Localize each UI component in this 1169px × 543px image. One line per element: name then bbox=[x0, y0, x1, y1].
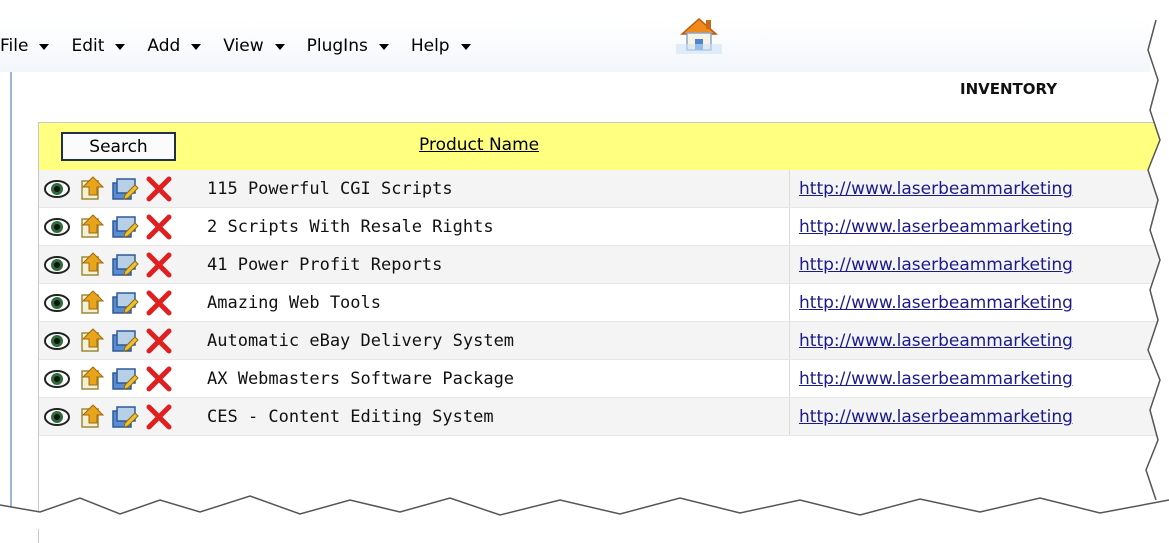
view-eye-icon[interactable] bbox=[43, 289, 71, 317]
delete-x-icon[interactable] bbox=[145, 175, 173, 203]
row-actions bbox=[43, 326, 179, 356]
menu-add[interactable]: Add bbox=[147, 36, 202, 56]
product-url-link[interactable]: http://www.laserbeammarketing bbox=[799, 407, 1169, 427]
delete-x-icon[interactable] bbox=[145, 365, 173, 393]
menu-plugins[interactable]: PlugIns bbox=[307, 36, 389, 56]
page-title: INVENTORY bbox=[960, 80, 1058, 98]
menu-help[interactable]: Help bbox=[411, 36, 471, 56]
upload-icon[interactable] bbox=[77, 175, 105, 203]
edit-icon[interactable] bbox=[111, 365, 139, 393]
inventory-table: Search Product Name P 115 Powerful CGI S… bbox=[38, 122, 1169, 543]
product-url-link[interactable]: http://www.laserbeammarketing bbox=[799, 179, 1169, 199]
product-name-cell: CES - Content Editing System bbox=[207, 407, 494, 427]
table-row: Amazing Web Tools http://www.laserbeammar… bbox=[39, 284, 1169, 322]
upload-icon[interactable] bbox=[77, 365, 105, 393]
delete-x-icon[interactable] bbox=[145, 251, 173, 279]
main-content-panel: INVENTORY Search Product Name P 115 Powe… bbox=[10, 72, 1169, 543]
product-name-cell: Amazing Web Tools bbox=[207, 293, 381, 313]
row-actions bbox=[43, 364, 179, 394]
product-name-cell: AX Webmasters Software Package bbox=[207, 369, 515, 389]
dropdown-arrow-icon bbox=[274, 44, 285, 50]
table-row: CES - Content Editing System http://www.l… bbox=[39, 398, 1169, 436]
product-name-cell: 2 Scripts With Resale Rights bbox=[207, 217, 494, 237]
menu-label: Help bbox=[410, 36, 450, 56]
view-eye-icon[interactable] bbox=[43, 175, 71, 203]
edit-icon[interactable] bbox=[111, 327, 139, 355]
column-divider bbox=[789, 398, 790, 435]
menu-view[interactable]: View bbox=[223, 36, 285, 56]
row-actions bbox=[43, 174, 179, 204]
table-row: 115 Powerful CGI Scripts http://www.laser… bbox=[39, 170, 1169, 208]
upload-icon[interactable] bbox=[77, 289, 105, 317]
table-row: 41 Power Profit Reports http://www.laserb… bbox=[39, 246, 1169, 284]
product-url-link[interactable]: http://www.laserbeammarketing bbox=[799, 293, 1169, 313]
product-url-link[interactable]: http://www.laserbeammarketing bbox=[799, 255, 1169, 275]
menu-bar: File Edit Add View PlugIns Help bbox=[0, 20, 1150, 72]
menu-label: File bbox=[0, 36, 29, 56]
table-row: AX Webmasters Software Package http://www… bbox=[39, 360, 1169, 398]
upload-icon[interactable] bbox=[77, 327, 105, 355]
edit-icon[interactable] bbox=[111, 403, 139, 431]
view-eye-icon[interactable] bbox=[43, 327, 71, 355]
menu-file[interactable]: File bbox=[0, 36, 50, 56]
search-button[interactable]: Search bbox=[61, 132, 176, 161]
table-rows: 115 Powerful CGI Scripts http://www.laser… bbox=[39, 170, 1169, 436]
product-url-link[interactable]: http://www.laserbeammarketing bbox=[799, 217, 1169, 237]
column-divider bbox=[789, 284, 790, 321]
view-eye-icon[interactable] bbox=[43, 365, 71, 393]
row-actions bbox=[43, 402, 179, 432]
edit-icon[interactable] bbox=[111, 251, 139, 279]
dropdown-arrow-icon bbox=[39, 44, 50, 50]
delete-x-icon[interactable] bbox=[145, 213, 173, 241]
row-actions bbox=[43, 212, 179, 242]
home-icon[interactable] bbox=[676, 14, 722, 54]
column-divider bbox=[789, 322, 790, 359]
edit-icon[interactable] bbox=[111, 175, 139, 203]
column-divider bbox=[789, 246, 790, 283]
table-row: Automatic eBay Delivery System http://www… bbox=[39, 322, 1169, 360]
column-divider bbox=[789, 170, 790, 207]
column-header-product-name[interactable]: Product Name bbox=[419, 135, 539, 155]
view-eye-icon[interactable] bbox=[43, 403, 71, 431]
menu-edit[interactable]: Edit bbox=[71, 36, 126, 56]
product-name-cell: 41 Power Profit Reports bbox=[207, 255, 443, 275]
table-row: 2 Scripts With Resale Rights http://www.l… bbox=[39, 208, 1169, 246]
row-actions bbox=[43, 250, 179, 280]
delete-x-icon[interactable] bbox=[145, 289, 173, 317]
upload-icon[interactable] bbox=[77, 213, 105, 241]
menu-label: Add bbox=[147, 36, 181, 56]
product-name-cell: Automatic eBay Delivery System bbox=[207, 331, 515, 351]
delete-x-icon[interactable] bbox=[145, 403, 173, 431]
column-divider bbox=[789, 360, 790, 397]
edit-icon[interactable] bbox=[111, 289, 139, 317]
screenshot-frame: File Edit Add View PlugIns Help INVENTOR… bbox=[0, 0, 1169, 543]
menu-label: View bbox=[223, 36, 264, 56]
dropdown-arrow-icon bbox=[191, 44, 202, 50]
view-eye-icon[interactable] bbox=[43, 251, 71, 279]
table-header: Search Product Name P bbox=[39, 123, 1169, 170]
menu-label: PlugIns bbox=[306, 36, 368, 56]
delete-x-icon[interactable] bbox=[145, 327, 173, 355]
row-actions bbox=[43, 288, 179, 318]
dropdown-arrow-icon bbox=[115, 44, 126, 50]
dropdown-arrow-icon bbox=[378, 44, 389, 50]
upload-icon[interactable] bbox=[77, 403, 105, 431]
upload-icon[interactable] bbox=[77, 251, 105, 279]
edit-icon[interactable] bbox=[111, 213, 139, 241]
product-url-link[interactable]: http://www.laserbeammarketing bbox=[799, 331, 1169, 351]
product-url-link[interactable]: http://www.laserbeammarketing bbox=[799, 369, 1169, 389]
column-divider bbox=[789, 208, 790, 245]
view-eye-icon[interactable] bbox=[43, 213, 71, 241]
product-name-cell: 115 Powerful CGI Scripts bbox=[207, 179, 453, 199]
menu-label: Edit bbox=[71, 36, 105, 56]
dropdown-arrow-icon bbox=[460, 44, 471, 50]
